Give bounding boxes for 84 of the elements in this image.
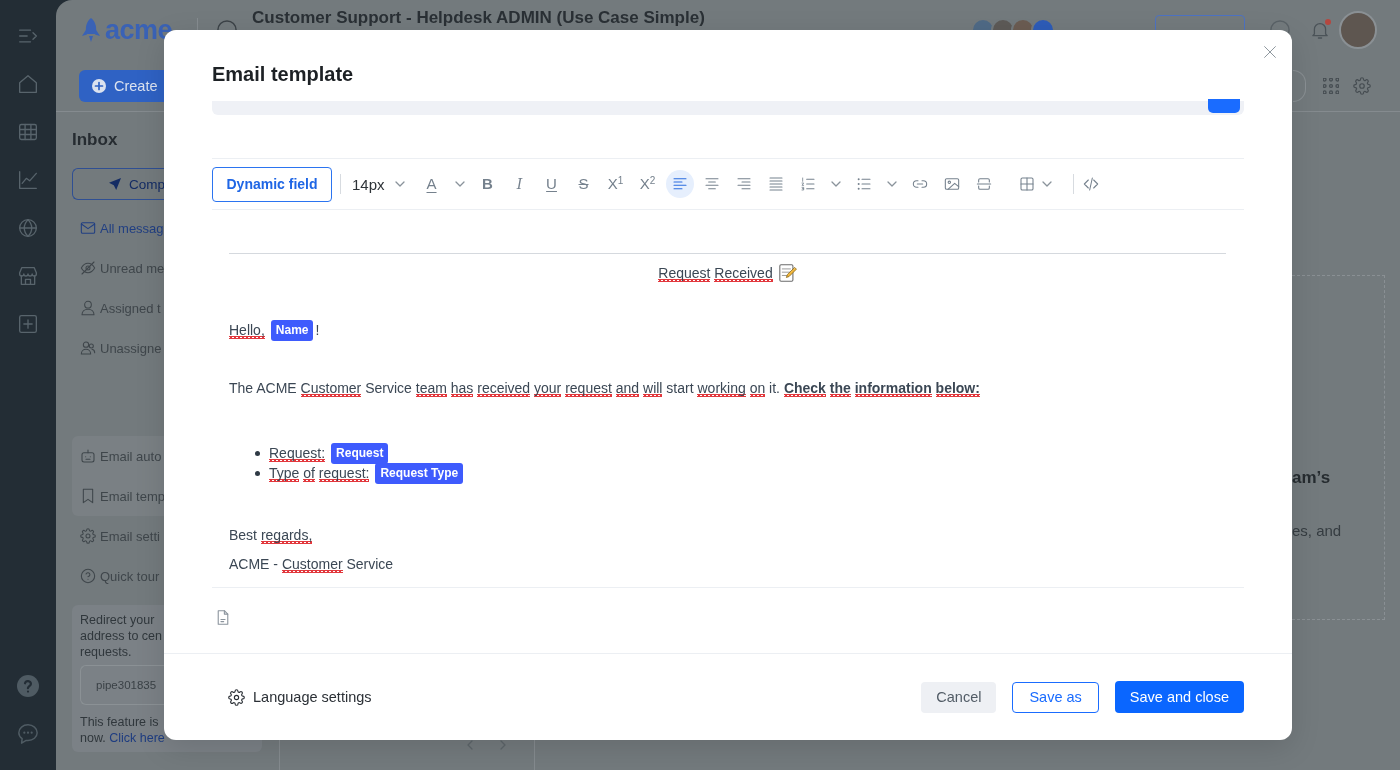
cancel-button[interactable]: Cancel [921, 681, 997, 713]
body-text: The ACME Customer Service team has received your request and will start working on it. Check the information below: [229, 379, 980, 398]
rocket-icon [80, 17, 102, 43]
menu-item[interactable]: Email temp [72, 476, 164, 516]
justify-icon [767, 176, 784, 192]
image-icon [943, 176, 960, 192]
person-icon [80, 300, 96, 316]
strikethrough-button[interactable]: S [567, 170, 600, 198]
panel-title: Inbox [72, 129, 118, 151]
font-color-button[interactable]: A [415, 170, 472, 198]
bullet-icon [255, 470, 260, 476]
body-text: ! [315, 321, 320, 340]
card-text: es, and [1292, 522, 1343, 540]
plus-circle-icon [92, 78, 106, 93]
numbered-list-icon [799, 176, 816, 192]
page-break-icon [975, 176, 992, 192]
signature-text: ACME - Customer Service [229, 555, 394, 574]
dynamic-field-tag: Name [270, 319, 314, 341]
notification-dot-icon [1325, 19, 1331, 25]
store-icon[interactable] [18, 266, 38, 286]
close-button[interactable] [1263, 45, 1277, 59]
bell-icon[interactable] [1312, 21, 1328, 39]
italic-button[interactable]: I [503, 170, 536, 198]
bookmark-icon [80, 488, 96, 504]
note-text: now. Click here [80, 730, 165, 746]
card-text: requests. [80, 644, 132, 660]
settings-icon [228, 688, 245, 706]
chevron-down-icon [394, 181, 405, 187]
card-text: address to cen [80, 628, 162, 644]
menu-item[interactable]: Email auto [72, 436, 164, 476]
document-icon[interactable] [217, 610, 229, 625]
table-icon[interactable] [18, 122, 38, 142]
superscript-button[interactable]: X$^{1}$ [599, 170, 632, 198]
field-button[interactable] [1208, 99, 1240, 113]
settings-icon [80, 528, 96, 544]
chat-icon[interactable] [17, 723, 39, 745]
bullet-icon [255, 450, 260, 456]
enable-link[interactable]: Click here [109, 731, 165, 745]
save-as-button[interactable]: Save as [1012, 681, 1099, 713]
settings-icon[interactable] [1353, 76, 1371, 95]
align-right-icon [735, 176, 752, 192]
logo-text: acme [105, 15, 173, 45]
send-icon [109, 178, 121, 190]
close-icon [1264, 46, 1276, 58]
card-title: am’s [1292, 467, 1332, 489]
card-text: Redirect your [80, 612, 155, 628]
create-button[interactable]: Create [79, 69, 164, 102]
align-center-icon [703, 176, 720, 192]
home-icon[interactable] [18, 74, 38, 94]
help-icon [80, 568, 96, 584]
body-text: Hello, [229, 321, 265, 340]
chart-icon[interactable] [18, 170, 38, 190]
globe-icon[interactable] [18, 218, 38, 238]
list-item-text: Request: [269, 445, 326, 461]
robot-icon [80, 448, 96, 464]
signature-text: Best regards, [229, 526, 313, 545]
code-icon [1082, 176, 1099, 192]
apps-grid-icon[interactable] [1323, 77, 1339, 94]
memo-icon [778, 264, 797, 282]
people-icon [80, 340, 96, 356]
language-settings-button[interactable]: Language settings [228, 688, 372, 706]
note-text: This feature is [80, 714, 159, 730]
page-title: Customer Support - Helpdesk ADMIN (Use Case Simple) [252, 8, 705, 28]
list-item-text: Type of request: [269, 465, 370, 481]
dialog-title: Email template [212, 62, 354, 87]
bullet-list-icon [855, 176, 872, 192]
font-size-dropdown[interactable]: 14px [350, 170, 407, 198]
underline-button[interactable]: U [535, 170, 568, 198]
dynamic-field-button[interactable]: Dynamic field [212, 166, 332, 202]
table-icon [1018, 176, 1035, 192]
subject-field[interactable] [212, 101, 1244, 115]
envelope-icon [80, 220, 96, 236]
dynamic-field-tag: Request [331, 442, 389, 464]
help-icon[interactable] [17, 675, 39, 697]
folder-item[interactable]: All messag [72, 208, 164, 248]
heading-text: Request Received [658, 264, 773, 283]
plus-square-icon[interactable] [18, 314, 38, 334]
align-left-icon [671, 176, 688, 192]
dynamic-field-tag: Request Type [375, 462, 464, 484]
superscript-button[interactable]: X$^{2}$ [631, 170, 664, 198]
save-and-close-button[interactable]: Save and close [1114, 681, 1244, 713]
avatar[interactable] [1339, 11, 1377, 49]
bold-button[interactable]: B [471, 170, 504, 198]
eye-slash-icon [80, 260, 96, 276]
